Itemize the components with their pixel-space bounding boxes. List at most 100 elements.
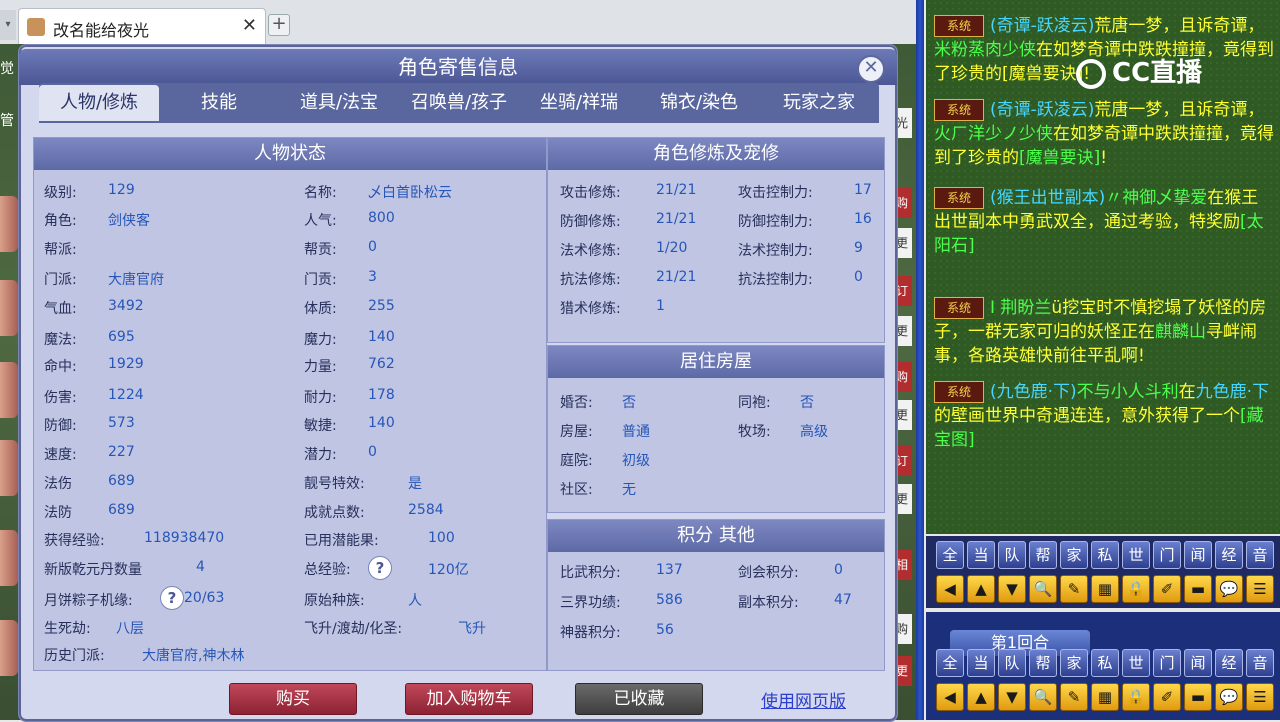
folder-icon[interactable]: ▬ — [1184, 683, 1212, 711]
left-edge-text: 觉 — [0, 61, 14, 77]
grid-icon[interactable]: ▦ — [1091, 575, 1119, 603]
note-icon[interactable]: ✎ — [1060, 683, 1088, 711]
left-arrow-icon[interactable]: ◀ — [936, 575, 964, 603]
field-label: 气血: — [44, 301, 77, 317]
field-row: 法防 689 — [44, 502, 135, 522]
note-icon[interactable]: ✎ — [1060, 575, 1088, 603]
channel-button-3[interactable]: 帮 — [1029, 541, 1057, 569]
add-cart-button[interactable]: 加入购物车 — [405, 683, 533, 715]
channel-button-3[interactable]: 帮 — [1029, 649, 1057, 677]
left-arrow-icon[interactable]: ◀ — [936, 683, 964, 711]
web-version-link[interactable]: 使用网页版 — [761, 687, 846, 712]
brush-icon[interactable]: ✐ — [1153, 575, 1181, 603]
field-label: 剑会积分: — [738, 565, 799, 581]
help-icon[interactable]: ? — [368, 556, 392, 580]
buy-button[interactable]: 购买 — [229, 683, 357, 715]
tab-5[interactable]: 锦衣/染色 — [639, 85, 759, 121]
brush-icon[interactable]: ✐ — [1153, 683, 1181, 711]
field-label: 房屋: — [560, 424, 593, 440]
cc-logo-icon — [1076, 58, 1106, 89]
down-arrow-icon[interactable]: ▼ — [998, 683, 1026, 711]
channel-button-4[interactable]: 家 — [1060, 649, 1088, 677]
channel-button-0[interactable]: 全 — [936, 649, 964, 677]
field-value: 大唐官府 — [108, 272, 164, 288]
magnifier-icon[interactable]: 🔍 — [1029, 683, 1057, 711]
tab-4[interactable]: 坐骑/祥瑞 — [519, 85, 639, 121]
field-label: 法术修炼: — [560, 243, 621, 259]
field-row: 体质: 255 — [304, 298, 395, 318]
field-value: 4 — [196, 559, 205, 575]
up-arrow-icon[interactable]: ▲ — [967, 575, 995, 603]
chat-message: 系统 (奇谭-跃凌云)荒唐一梦，且诉奇谭，火ㄏ洋少ノ少侠在如梦奇谭中跌跌撞撞，竟得… — [934, 99, 1274, 168]
channel-button-7[interactable]: 门 — [1153, 649, 1181, 677]
speech-icon[interactable]: 💬 — [1215, 683, 1243, 711]
field-label: 三界功绩: — [560, 595, 621, 611]
down-arrow-icon[interactable]: ▼ — [998, 575, 1026, 603]
grid-icon[interactable]: ▦ — [1091, 683, 1119, 711]
field-row: 敏捷: 140 — [304, 415, 395, 435]
field-value: 20/63 — [184, 590, 225, 606]
channel-button-2[interactable]: 队 — [998, 649, 1026, 677]
channel-button-8[interactable]: 闻 — [1184, 541, 1212, 569]
lock-icon[interactable]: 🔒 — [1122, 683, 1150, 711]
folder-icon[interactable]: ▬ — [1184, 575, 1212, 603]
channel-bar: 全当队帮家私世门闻经音 — [926, 536, 1280, 574]
channel-button-10[interactable]: 音 — [1246, 649, 1274, 677]
field-label: 潜力: — [304, 447, 337, 463]
favorited-button[interactable]: 已收藏 — [575, 683, 703, 715]
channel-button-10[interactable]: 音 — [1246, 541, 1274, 569]
tab-1[interactable]: 技能 — [159, 85, 279, 121]
tab-2[interactable]: 道具/法宝 — [279, 85, 399, 121]
channel-button-2[interactable]: 队 — [998, 541, 1026, 569]
channel-button-9[interactable]: 经 — [1215, 649, 1243, 677]
channel-button-9[interactable]: 经 — [1215, 541, 1243, 569]
field-row: 法术控制力: 9 — [738, 240, 863, 260]
list-icon[interactable]: ☰ — [1246, 683, 1274, 711]
field-value: 129 — [108, 182, 135, 198]
field-value: 140 — [368, 415, 395, 431]
field-value: 无 — [622, 482, 636, 498]
channel-button-5[interactable]: 私 — [1091, 541, 1119, 569]
tab-3[interactable]: 召唤兽/孩子 — [399, 85, 519, 121]
up-arrow-icon[interactable]: ▲ — [967, 683, 995, 711]
field-row: 同袍: 否 — [738, 392, 814, 412]
lock-icon[interactable]: 🔒 — [1122, 575, 1150, 603]
close-icon[interactable]: ✕ — [242, 15, 257, 36]
field-row: 牧场: 高级 — [738, 421, 828, 441]
field-value: 高级 — [800, 424, 828, 440]
channel-button-8[interactable]: 闻 — [1184, 649, 1212, 677]
help-icon[interactable]: ? — [160, 586, 184, 610]
tool-bar: ◀ ▲ ▼ 🔍 ✎ ▦ 🔒 ✐ ▬ 💬 ☰ — [926, 678, 1280, 716]
field-value: 0 — [368, 444, 377, 460]
side-character — [0, 196, 18, 252]
field-row: 潜力: 0 — [304, 444, 377, 464]
new-tab-button[interactable]: + — [268, 14, 290, 36]
field-row: 社区: 无 — [560, 479, 636, 499]
channel-button-6[interactable]: 世 — [1122, 541, 1150, 569]
tab-6[interactable]: 玩家之家 — [759, 85, 879, 121]
field-value: 120亿 — [428, 562, 469, 578]
channel-button-7[interactable]: 门 — [1153, 541, 1181, 569]
field-label: 力量: — [304, 359, 337, 375]
channel-button-1[interactable]: 当 — [967, 649, 995, 677]
tab-0[interactable]: 人物/修炼 — [39, 85, 159, 121]
list-icon[interactable]: ☰ — [1246, 575, 1274, 603]
channel-button-4[interactable]: 家 — [1060, 541, 1088, 569]
speech-icon[interactable]: 💬 — [1215, 575, 1243, 603]
browser-tab[interactable]: 改名能给夜光 ✕ — [18, 8, 266, 45]
tab-scroll-button[interactable]: ▾ — [0, 10, 16, 40]
close-icon[interactable]: ✕ — [857, 55, 885, 83]
field-label: 猎术修炼: — [560, 301, 621, 317]
field-value: 47 — [834, 592, 852, 608]
field-value: 大唐官府,神木林 — [142, 648, 245, 664]
channel-button-5[interactable]: 私 — [1091, 649, 1119, 677]
magnifier-icon[interactable]: 🔍 — [1029, 575, 1057, 603]
field-row: 帮贡: 0 — [304, 239, 377, 259]
field-row: 生死劫: 八层 — [44, 618, 144, 638]
field-label: 人气: — [304, 213, 337, 229]
field-row: 靓号特效: 是 — [304, 473, 422, 493]
channel-button-6[interactable]: 世 — [1122, 649, 1150, 677]
channel-button-1[interactable]: 当 — [967, 541, 995, 569]
channel-button-0[interactable]: 全 — [936, 541, 964, 569]
field-label: 速度: — [44, 447, 77, 463]
